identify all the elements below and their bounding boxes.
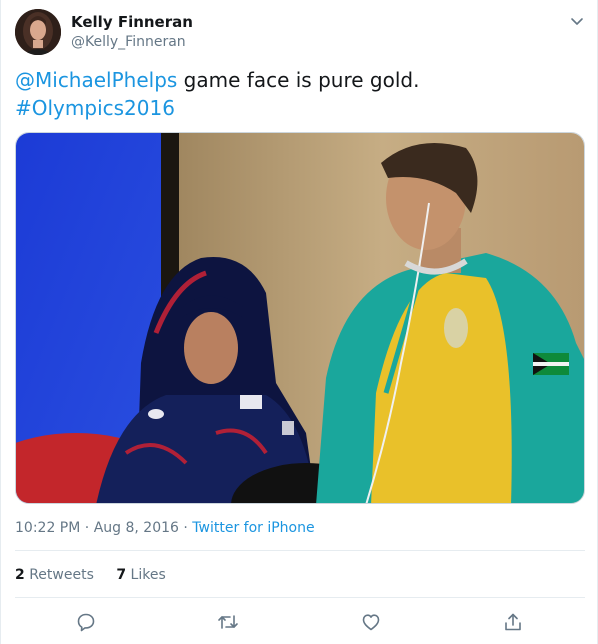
meta-separator: · bbox=[80, 520, 94, 536]
share-icon[interactable] bbox=[500, 609, 526, 635]
tweet-card: Kelly Finneran @Kelly_Finneran @MichaelP… bbox=[0, 0, 598, 644]
divider bbox=[15, 550, 585, 551]
tweet-stats: 2 Retweets 7 Likes bbox=[15, 565, 184, 585]
avatar[interactable] bbox=[15, 9, 61, 55]
tweet-body-text: game face is pure gold. bbox=[177, 68, 420, 92]
tweet-date[interactable]: Aug 8, 2016 bbox=[94, 520, 179, 536]
meta-separator: · bbox=[178, 520, 193, 536]
author-display-name[interactable]: Kelly Finneran bbox=[71, 12, 193, 32]
reply-icon[interactable] bbox=[73, 609, 99, 635]
author-handle[interactable]: @Kelly_Finneran bbox=[71, 32, 193, 52]
retweet-icon[interactable] bbox=[215, 609, 241, 635]
retweets-label: Retweets bbox=[29, 567, 94, 583]
heart-icon[interactable] bbox=[358, 609, 384, 635]
chevron-down-icon[interactable] bbox=[569, 13, 585, 29]
divider bbox=[15, 597, 585, 598]
retweets-count: 2 bbox=[15, 567, 25, 583]
likes-label: Likes bbox=[130, 567, 166, 583]
source-link[interactable]: Twitter for iPhone bbox=[192, 520, 314, 536]
tweet-photo[interactable] bbox=[15, 132, 585, 504]
tweet-actions bbox=[15, 609, 585, 635]
tweet-time[interactable]: 10:22 PM bbox=[15, 520, 80, 536]
retweets-stat[interactable]: 2 Retweets bbox=[15, 567, 94, 583]
hashtag-link[interactable]: #Olympics2016 bbox=[15, 96, 175, 120]
likes-stat[interactable]: 7 Likes bbox=[116, 567, 165, 583]
tweet-header: Kelly Finneran @Kelly_Finneran bbox=[15, 9, 585, 55]
tweet-meta: 10:22 PM · Aug 8, 2016 · Twitter for iPh… bbox=[15, 518, 315, 538]
likes-count: 7 bbox=[116, 567, 127, 583]
tweet-text: @MichaelPhelps game face is pure gold. #… bbox=[15, 66, 575, 122]
mention-link[interactable]: @MichaelPhelps bbox=[15, 68, 177, 92]
